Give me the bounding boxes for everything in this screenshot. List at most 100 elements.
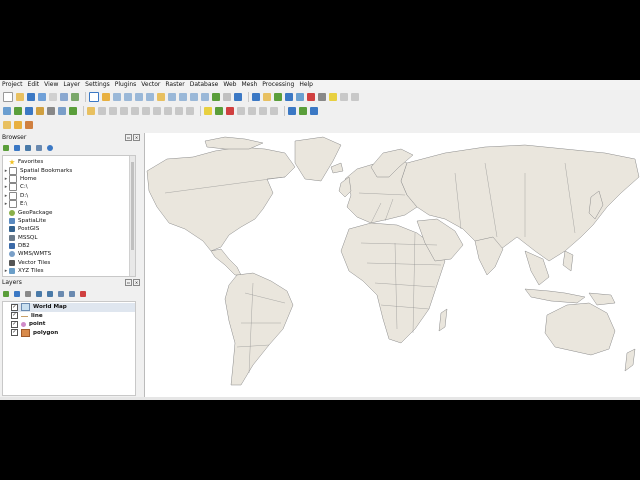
label-highlight-icon[interactable] bbox=[226, 107, 234, 115]
map-tips-icon[interactable] bbox=[329, 93, 337, 101]
style-manager-icon[interactable] bbox=[71, 93, 79, 101]
info-icon[interactable] bbox=[47, 145, 53, 151]
delete-selected-icon[interactable] bbox=[131, 107, 139, 115]
menu-settings[interactable]: Settings bbox=[85, 80, 110, 90]
zoom-in-icon[interactable] bbox=[113, 93, 121, 101]
save-project-icon[interactable] bbox=[27, 93, 35, 101]
add-mesh-icon[interactable] bbox=[47, 107, 55, 115]
browser-item-drive-c[interactable]: ▸ C:\ bbox=[3, 183, 135, 192]
menu-vector[interactable]: Vector bbox=[141, 80, 160, 90]
filter-icon[interactable] bbox=[25, 145, 31, 151]
refresh-icon[interactable] bbox=[234, 93, 242, 101]
zoom-to-selection-icon[interactable] bbox=[157, 93, 165, 101]
browser-item-geopackage[interactable]: GeoPackage bbox=[3, 208, 135, 216]
vertex-tool-icon[interactable] bbox=[120, 107, 128, 115]
add-delimited-text-icon[interactable] bbox=[36, 107, 44, 115]
browser-item-drive-d[interactable]: ▸ D:\ bbox=[3, 191, 135, 200]
pan-to-selection-icon[interactable] bbox=[102, 93, 110, 101]
open-layout-icon[interactable] bbox=[14, 121, 22, 129]
zoom-native-icon[interactable] bbox=[179, 93, 187, 101]
menu-web[interactable]: Web bbox=[223, 80, 236, 90]
zoom-full-icon[interactable] bbox=[146, 93, 154, 101]
menu-layer[interactable]: Layer bbox=[63, 80, 80, 90]
label-tool-icon[interactable] bbox=[204, 107, 212, 115]
label-rotate-icon[interactable] bbox=[259, 107, 267, 115]
browser-item-xyz-tiles[interactable]: ▸ XYZ Tiles bbox=[3, 267, 135, 275]
label-show-hide-icon[interactable] bbox=[237, 107, 245, 115]
menu-project[interactable]: Project bbox=[2, 80, 23, 90]
label-change-icon[interactable] bbox=[270, 107, 278, 115]
zoom-out-icon[interactable] bbox=[124, 93, 132, 101]
menu-database[interactable]: Database bbox=[190, 80, 219, 90]
select-by-value-icon[interactable] bbox=[274, 93, 282, 101]
measure-icon[interactable] bbox=[318, 93, 326, 101]
zoom-rubberband-icon[interactable] bbox=[135, 93, 143, 101]
layer-polygon[interactable]: ✓ polygon bbox=[11, 328, 135, 338]
save-as-icon[interactable] bbox=[38, 93, 46, 101]
deselect-icon[interactable] bbox=[285, 93, 293, 101]
filter-expression-icon[interactable] bbox=[47, 291, 53, 297]
layer-checkbox[interactable]: ✓ bbox=[11, 303, 18, 311]
browser-item-postgis[interactable]: PostGIS bbox=[3, 225, 135, 233]
undo-icon[interactable] bbox=[175, 107, 183, 115]
layer-point[interactable]: ✓ point bbox=[11, 320, 135, 329]
collapse-all-icon[interactable] bbox=[36, 145, 42, 151]
zoom-next-icon[interactable] bbox=[201, 93, 209, 101]
scrollbar-thumb[interactable] bbox=[131, 162, 134, 250]
redo-icon[interactable] bbox=[186, 107, 194, 115]
plugin-icon[interactable] bbox=[299, 107, 307, 115]
menu-processing[interactable]: Processing bbox=[262, 80, 294, 90]
new-map-view-icon[interactable] bbox=[212, 93, 220, 101]
new-project-icon[interactable] bbox=[3, 92, 13, 102]
add-wms-icon[interactable] bbox=[58, 107, 66, 115]
browser-item-spatial-bookmarks[interactable]: ▸ Spatial Bookmarks bbox=[3, 166, 135, 175]
browser-item-home[interactable]: ▸ Home bbox=[3, 174, 135, 183]
pan-icon[interactable] bbox=[89, 92, 99, 102]
browser-item-favorites[interactable]: Favorites bbox=[3, 158, 135, 166]
map-canvas[interactable] bbox=[144, 133, 640, 397]
layout-manager-icon[interactable] bbox=[60, 93, 68, 101]
cut-features-icon[interactable] bbox=[142, 107, 150, 115]
zoom-to-layer-icon[interactable] bbox=[168, 93, 176, 101]
add-vector-layer-icon[interactable] bbox=[14, 107, 22, 115]
menu-view[interactable]: View bbox=[44, 80, 58, 90]
zoom-last-icon[interactable] bbox=[190, 93, 198, 101]
menu-edit[interactable]: Edit bbox=[28, 80, 40, 90]
annotation-dropdown-icon[interactable] bbox=[351, 93, 359, 101]
float-panel-button[interactable]: ▫ bbox=[125, 134, 132, 141]
filter-legend-icon[interactable] bbox=[36, 291, 42, 297]
print-layout-icon[interactable] bbox=[49, 93, 57, 101]
browser-item-vector-tiles[interactable]: Vector Tiles bbox=[3, 259, 135, 267]
text-annotation-icon[interactable] bbox=[340, 93, 348, 101]
collapse-all-icon[interactable] bbox=[69, 291, 75, 297]
select-features-icon[interactable] bbox=[263, 93, 271, 101]
layer-checkbox[interactable]: ✓ bbox=[11, 329, 18, 337]
label-move-icon[interactable] bbox=[248, 107, 256, 115]
close-panel-button[interactable]: × bbox=[133, 134, 140, 141]
layer-styling-icon[interactable] bbox=[3, 291, 9, 297]
browser-item-wms[interactable]: WMS/WMTS bbox=[3, 250, 135, 258]
layer-line[interactable]: ✓ line bbox=[11, 312, 135, 321]
menu-mesh[interactable]: Mesh bbox=[241, 80, 257, 90]
close-panel-button[interactable]: × bbox=[133, 279, 140, 286]
expand-all-icon[interactable] bbox=[58, 291, 64, 297]
menu-plugins[interactable]: Plugins bbox=[115, 80, 137, 90]
browser-item-mssql[interactable]: MSSQL bbox=[3, 234, 135, 242]
layer-checkbox[interactable]: ✓ bbox=[11, 312, 18, 320]
add-raster-layer-icon[interactable] bbox=[25, 107, 33, 115]
add-layer-icon[interactable] bbox=[3, 145, 9, 151]
statistics-icon[interactable] bbox=[307, 93, 315, 101]
temporal-controller-icon[interactable] bbox=[223, 93, 231, 101]
browser-item-spatialite[interactable]: SpatiaLite bbox=[3, 217, 135, 225]
browser-item-db2[interactable]: DB2 bbox=[3, 242, 135, 250]
menu-raster[interactable]: Raster bbox=[165, 80, 184, 90]
add-feature-icon[interactable] bbox=[109, 107, 117, 115]
copy-features-icon[interactable] bbox=[153, 107, 161, 115]
identify-icon[interactable] bbox=[252, 93, 260, 101]
menu-help[interactable]: Help bbox=[299, 80, 313, 90]
plugin-settings-icon[interactable] bbox=[310, 107, 318, 115]
data-source-manager-icon[interactable] bbox=[3, 107, 11, 115]
python-console-icon[interactable] bbox=[288, 107, 296, 115]
processing-toolbox-icon[interactable] bbox=[25, 121, 33, 129]
save-edits-icon[interactable] bbox=[98, 107, 106, 115]
